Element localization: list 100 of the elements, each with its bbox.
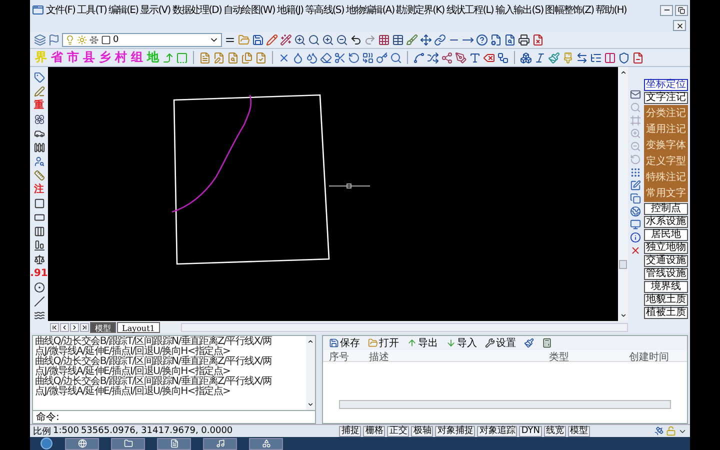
category-button[interactable]: 地貌土质 xyxy=(644,294,688,306)
rectangle-icon[interactable] xyxy=(34,212,44,223)
search-icon[interactable] xyxy=(308,34,320,46)
vertical-scrollbar[interactable] xyxy=(618,67,628,321)
columns-icon[interactable] xyxy=(604,52,616,64)
car-icon[interactable] xyxy=(34,128,44,139)
category-button[interactable]: 控制点 xyxy=(644,203,688,215)
menu-item[interactable]: 编辑(E) xyxy=(108,3,138,17)
scale-icon[interactable] xyxy=(34,254,44,265)
file-search-icon[interactable] xyxy=(504,34,516,46)
key-icon[interactable] xyxy=(376,52,388,64)
pen-icon[interactable] xyxy=(34,86,44,97)
tab-nav-button[interactable] xyxy=(60,322,69,332)
nodes-icon[interactable] xyxy=(441,52,453,64)
rotate-icon[interactable] xyxy=(348,52,360,64)
toolbar-glyph[interactable]: 注 xyxy=(34,184,44,195)
pen-icon[interactable] xyxy=(455,52,467,64)
panel-tool-button[interactable]: 导入 xyxy=(446,336,477,350)
menu-item[interactable]: 等高线(S) xyxy=(305,3,344,17)
document-search-icon[interactable] xyxy=(227,52,239,64)
documents-icon[interactable] xyxy=(241,52,253,64)
vertical-scrollbar[interactable] xyxy=(306,336,315,410)
status-toggle[interactable]: 对象追踪 xyxy=(477,426,518,436)
close-icon[interactable] xyxy=(630,245,640,256)
panel-tool-button[interactable]: 导出 xyxy=(407,336,438,350)
menu-item[interactable]: 文件(F) xyxy=(46,3,76,17)
panel-tool-button[interactable]: 保存 xyxy=(329,336,360,350)
menu-item[interactable]: 线状工程(L) xyxy=(446,3,494,17)
status-toggle[interactable]: 正交 xyxy=(387,426,410,436)
document-icon[interactable] xyxy=(199,52,211,64)
taskbar-app-button[interactable] xyxy=(111,438,145,450)
status-toggle[interactable]: 线宽 xyxy=(544,426,566,436)
category-button[interactable]: 植被土质 xyxy=(644,307,688,319)
submenu-item[interactable]: 特殊注记 xyxy=(646,171,686,184)
info-icon[interactable] xyxy=(630,232,640,243)
menu-item[interactable]: 数据处理(D) xyxy=(172,3,222,17)
shuffle-icon[interactable] xyxy=(427,52,439,64)
text-icon[interactable] xyxy=(469,52,481,64)
menu-item[interactable]: 勘测定界(K) xyxy=(396,3,444,17)
category-button[interactable]: 境界线 xyxy=(644,281,688,293)
swap-icon[interactable] xyxy=(576,52,588,64)
tab-nav-button[interactable] xyxy=(50,322,59,332)
minimize-button[interactable] xyxy=(660,4,673,16)
layout-tab[interactable]: Layout1 xyxy=(117,322,160,332)
taskbar-app-button[interactable] xyxy=(203,438,237,450)
edit-icon[interactable] xyxy=(630,180,640,191)
grid-icon[interactable] xyxy=(378,34,390,46)
spline-icon[interactable] xyxy=(413,52,425,64)
status-toggle[interactable]: 对象捕捉 xyxy=(435,426,476,436)
panel-tool-button[interactable]: 设置 xyxy=(485,336,516,350)
calculator-icon[interactable] xyxy=(542,338,552,348)
table-icon[interactable] xyxy=(392,34,404,46)
menu-item[interactable]: 自动绘图(W) xyxy=(223,3,275,17)
taskbar-app-button[interactable] xyxy=(65,438,99,450)
status-toggle[interactable]: 极轴 xyxy=(411,426,434,436)
layer-dropdown[interactable]: 0 xyxy=(62,33,222,47)
eraser-icon[interactable] xyxy=(320,52,332,64)
toolbar-glyph[interactable]: .91 xyxy=(30,268,48,279)
layers-icon[interactable] xyxy=(34,34,46,46)
brush-icon[interactable] xyxy=(524,338,534,348)
file-settings-icon[interactable] xyxy=(490,34,502,46)
submenu-item[interactable]: 通用注记 xyxy=(646,123,686,136)
brush-icon[interactable] xyxy=(406,34,418,46)
pencil-icon[interactable] xyxy=(266,34,278,46)
file-delete-icon[interactable] xyxy=(532,34,544,46)
italic-icon[interactable] xyxy=(534,52,546,64)
horizontal-scrollbar[interactable] xyxy=(339,400,671,409)
scrollbar-thumb[interactable] xyxy=(619,260,627,268)
tag-icon[interactable] xyxy=(34,72,44,83)
boxes-icon[interactable] xyxy=(520,52,532,64)
zoom-out-icon[interactable] xyxy=(336,34,348,46)
menu-item[interactable]: 地物编辑(A) xyxy=(346,3,394,17)
zoom-in-icon[interactable] xyxy=(294,34,306,46)
undo-icon[interactable] xyxy=(350,34,362,46)
menu-item[interactable]: 图幅整饰(Z) xyxy=(545,3,594,17)
drop-icon[interactable] xyxy=(292,52,304,64)
tab-nav-button[interactable] xyxy=(80,322,89,332)
document-check-icon[interactable] xyxy=(255,52,267,64)
baseline-icon[interactable] xyxy=(34,240,44,251)
list-icon[interactable] xyxy=(590,52,602,64)
status-toggle[interactable]: 模型 xyxy=(568,426,590,436)
category-button[interactable]: 居民地 xyxy=(644,229,688,241)
printer-icon[interactable] xyxy=(518,34,530,46)
shield-icon[interactable] xyxy=(618,52,630,64)
taskbar-app-button[interactable] xyxy=(157,438,191,450)
satellite-icon[interactable] xyxy=(654,426,664,436)
category-button[interactable]: 文字注记 xyxy=(644,92,688,104)
ruler-icon[interactable] xyxy=(34,170,44,181)
menu-item[interactable]: 地籍(J) xyxy=(276,3,304,17)
horizontal-scrollbar[interactable] xyxy=(180,322,628,332)
submenu-item[interactable]: 常用文字 xyxy=(646,187,686,200)
monitor-icon[interactable] xyxy=(630,219,640,230)
menu-item[interactable]: 帮助(H) xyxy=(596,3,626,17)
globe-icon[interactable] xyxy=(630,206,640,217)
document-edit-icon[interactable] xyxy=(213,52,225,64)
dots-icon[interactable] xyxy=(630,167,640,178)
restore-button[interactable] xyxy=(675,4,688,16)
menu-item[interactable]: 工具(T) xyxy=(77,3,106,17)
column-header[interactable]: 类型 xyxy=(549,350,629,364)
save-icon[interactable] xyxy=(252,34,264,46)
